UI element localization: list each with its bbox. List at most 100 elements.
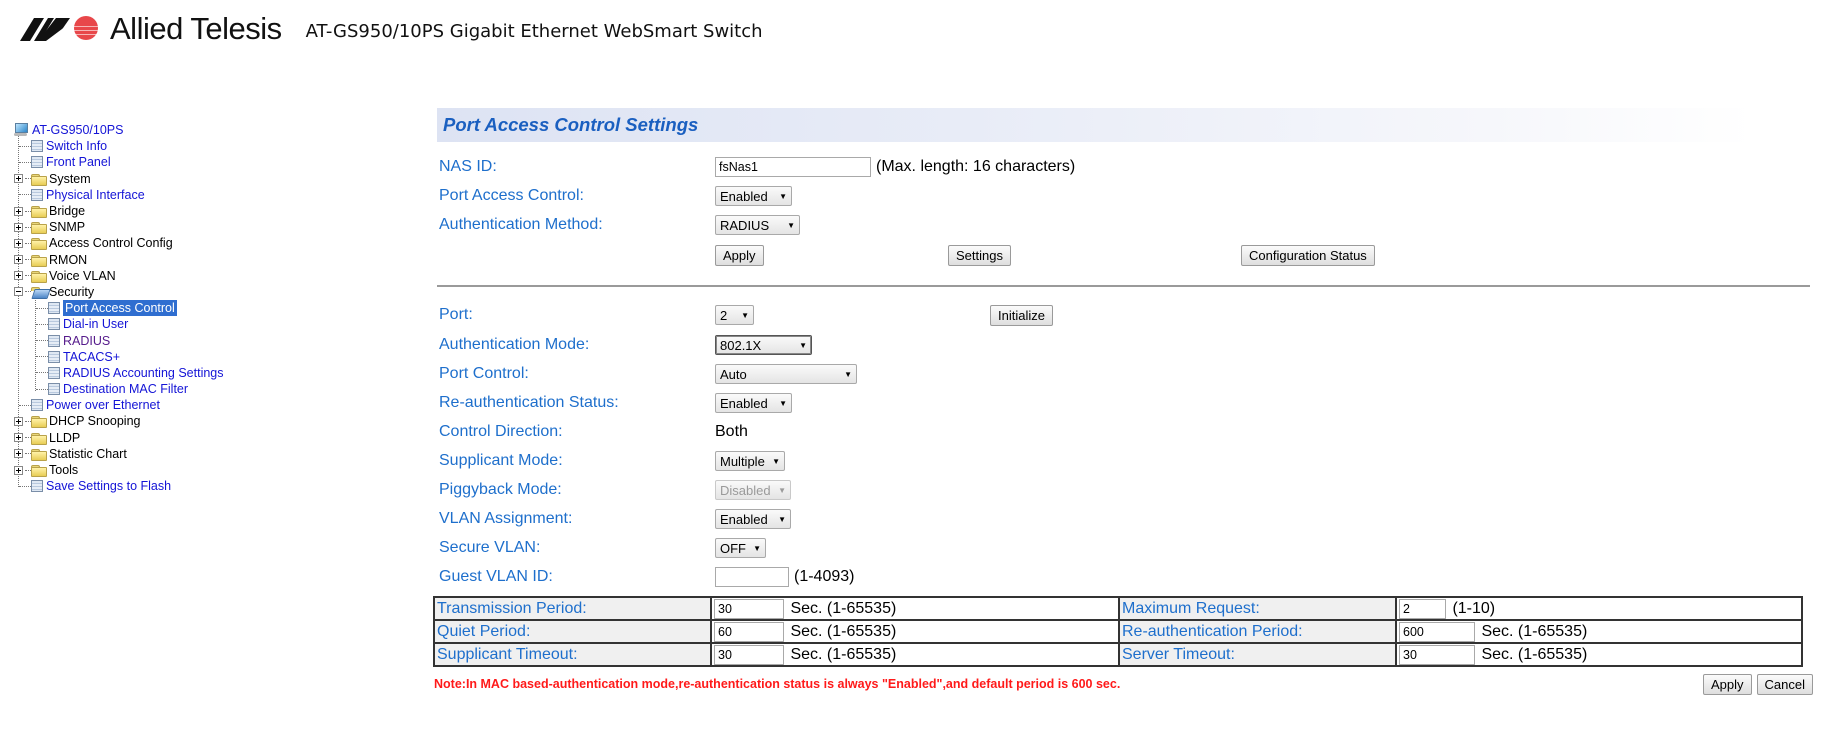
dropdown-arrow-icon: ▼	[778, 485, 786, 495]
tree-dots	[19, 161, 31, 163]
page-icon	[48, 366, 60, 379]
tree-subitem-tacacs[interactable]: TACACS+	[14, 349, 224, 365]
expand-plus-icon[interactable]	[14, 255, 23, 265]
tree-item-rmon[interactable]: RMON	[14, 252, 224, 268]
expand-plus-icon[interactable]	[14, 222, 23, 232]
timers-table: Transmission Period: Sec. (1-65535) Maxi…	[433, 596, 1803, 667]
tree-item-label[interactable]: RADIUS Accounting Settings	[63, 365, 224, 381]
folder-icon	[31, 464, 47, 478]
port-select[interactable]: 2 ▼	[715, 305, 754, 325]
page-icon	[48, 302, 60, 315]
dropdown-arrow-icon: ▼	[844, 369, 852, 379]
tree-item-label[interactable]: TACACS+	[63, 349, 120, 365]
tree-item-label[interactable]: Statistic Chart	[49, 446, 127, 462]
nas-id-input[interactable]	[715, 157, 871, 177]
bottom-buttons: Apply Cancel	[1703, 674, 1813, 695]
maximum-request-hint: (1-10)	[1452, 599, 1496, 617]
tree-item-label[interactable]: Save Settings to Flash	[46, 478, 171, 494]
tree-item-label[interactable]: Dial-in User	[63, 316, 128, 332]
tree-item-label[interactable]: LLDP	[49, 430, 80, 446]
tree-item-label[interactable]: Power over Ethernet	[46, 397, 160, 413]
expand-plus-icon[interactable]	[14, 174, 23, 184]
port-access-control-select[interactable]: Enabled ▼	[715, 186, 792, 206]
authentication-mode-select[interactable]: 802.1X ▼	[715, 335, 812, 355]
tree-item-statistic-chart[interactable]: Statistic Chart	[14, 446, 224, 462]
expand-plus-icon[interactable]	[14, 433, 23, 443]
port-control-label: Port Control:	[439, 365, 529, 382]
tree-item-snmp[interactable]: SNMP	[14, 219, 224, 235]
nas-id-hint: (Max. length: 16 characters)	[876, 158, 1076, 175]
tree-item-label[interactable]: System	[49, 171, 91, 187]
tree-item-label[interactable]: Bridge	[49, 203, 85, 219]
tree-item-label[interactable]: RMON	[49, 252, 87, 268]
page-icon	[31, 399, 43, 412]
tree-item-power-over-ethernet[interactable]: Power over Ethernet	[14, 397, 224, 413]
vlan-assignment-select[interactable]: Enabled ▼	[715, 509, 791, 529]
tree-item-label[interactable]: Front Panel	[46, 154, 111, 170]
expand-plus-icon[interactable]	[14, 238, 23, 248]
tree-root[interactable]: AT-GS950/10PS	[14, 122, 224, 138]
cancel-button[interactable]: Cancel	[1756, 674, 1813, 695]
tree-item-label-selected[interactable]: Port Access Control	[63, 300, 177, 317]
piggyback-mode-select: Disabled ▼	[715, 480, 791, 500]
maximum-request-label: Maximum Request:	[1118, 596, 1397, 621]
tree-subitem-dial-in-user[interactable]: Dial-in User	[14, 316, 224, 332]
tree-item-label[interactable]: Physical Interface	[46, 187, 145, 203]
tree-item-label[interactable]: SNMP	[49, 219, 85, 235]
tree-item-dhcp-snooping[interactable]: DHCP Snooping	[14, 413, 224, 429]
tree-item-label[interactable]: Destination MAC Filter	[63, 381, 188, 397]
settings-button[interactable]: Settings	[948, 244, 1011, 266]
port-access-control-label: Port Access Control:	[439, 187, 584, 204]
tree-item-label[interactable]: Switch Info	[46, 138, 107, 154]
configuration-status-button[interactable]: Configuration Status	[1241, 244, 1375, 266]
port-control-select[interactable]: Auto ▼	[715, 364, 857, 384]
tree-item-access-control-config[interactable]: Access Control Config	[14, 235, 224, 251]
tree-item-label[interactable]: Voice VLAN	[49, 268, 116, 284]
maximum-request-input[interactable]	[1399, 598, 1446, 619]
tree-root-label[interactable]: AT-GS950/10PS	[32, 122, 124, 138]
tree-item-label[interactable]: Security	[49, 284, 94, 300]
tree-item-voice-vlan[interactable]: Voice VLAN	[14, 268, 224, 284]
expand-plus-icon[interactable]	[14, 206, 23, 216]
apply-global-button[interactable]: Apply	[715, 244, 764, 266]
tree-item-switch-info[interactable]: Switch Info	[14, 138, 224, 154]
tree-item-bridge[interactable]: Bridge	[14, 203, 224, 219]
tree-subitem-radius[interactable]: RADIUS	[14, 332, 224, 348]
tree-item-lldp[interactable]: LLDP	[14, 430, 224, 446]
tree-subitem-destination-mac-filter[interactable]: Destination MAC Filter	[14, 381, 224, 397]
tree-item-label[interactable]: RADIUS	[63, 333, 110, 349]
authentication-method-select[interactable]: RADIUS ▼	[715, 215, 800, 235]
tree-item-system[interactable]: System	[14, 171, 224, 187]
expand-plus-icon[interactable]	[14, 416, 23, 426]
tree-item-label[interactable]: DHCP Snooping	[49, 413, 141, 429]
tree-item-label[interactable]: Tools	[49, 462, 78, 478]
reauthentication-status-select[interactable]: Enabled ▼	[715, 393, 792, 413]
tree-subitem-port-access-control[interactable]: Port Access Control	[14, 300, 224, 317]
quiet-period-input[interactable]	[714, 621, 784, 642]
secure-vlan-select[interactable]: OFF ▼	[715, 538, 766, 558]
expand-plus-icon[interactable]	[14, 465, 23, 475]
collapse-minus-icon[interactable]	[14, 287, 23, 297]
expand-plus-icon[interactable]	[14, 449, 23, 459]
secure-vlan-label: Secure VLAN:	[439, 539, 541, 556]
tree-subitem-radius-accounting-settings[interactable]: RADIUS Accounting Settings	[14, 365, 224, 381]
reauthentication-period-input[interactable]	[1399, 621, 1475, 642]
expand-plus-icon[interactable]	[14, 271, 23, 281]
tree-item-physical-interface[interactable]: Physical Interface	[14, 187, 224, 203]
tree-item-security[interactable]: Security	[14, 284, 224, 300]
initialize-button[interactable]: Initialize	[990, 304, 1053, 326]
tree-item-save-settings-to-flash[interactable]: Save Settings to Flash	[14, 478, 224, 494]
transmission-period-input[interactable]	[714, 598, 784, 619]
section-divider	[437, 285, 1810, 287]
page-icon	[31, 140, 43, 153]
guest-vlan-id-input[interactable]	[715, 567, 789, 587]
tree-item-front-panel[interactable]: Front Panel	[14, 154, 224, 170]
tree-item-tools[interactable]: Tools	[14, 462, 224, 478]
page-icon	[31, 188, 43, 201]
tree-item-label[interactable]: Access Control Config	[49, 235, 173, 251]
supplicant-mode-select[interactable]: Multiple ▼	[715, 451, 785, 471]
server-timeout-input[interactable]	[1399, 644, 1475, 665]
supplicant-timeout-input[interactable]	[714, 644, 784, 665]
apply-button[interactable]: Apply	[1703, 674, 1752, 695]
server-timeout-label: Server Timeout:	[1118, 642, 1397, 667]
